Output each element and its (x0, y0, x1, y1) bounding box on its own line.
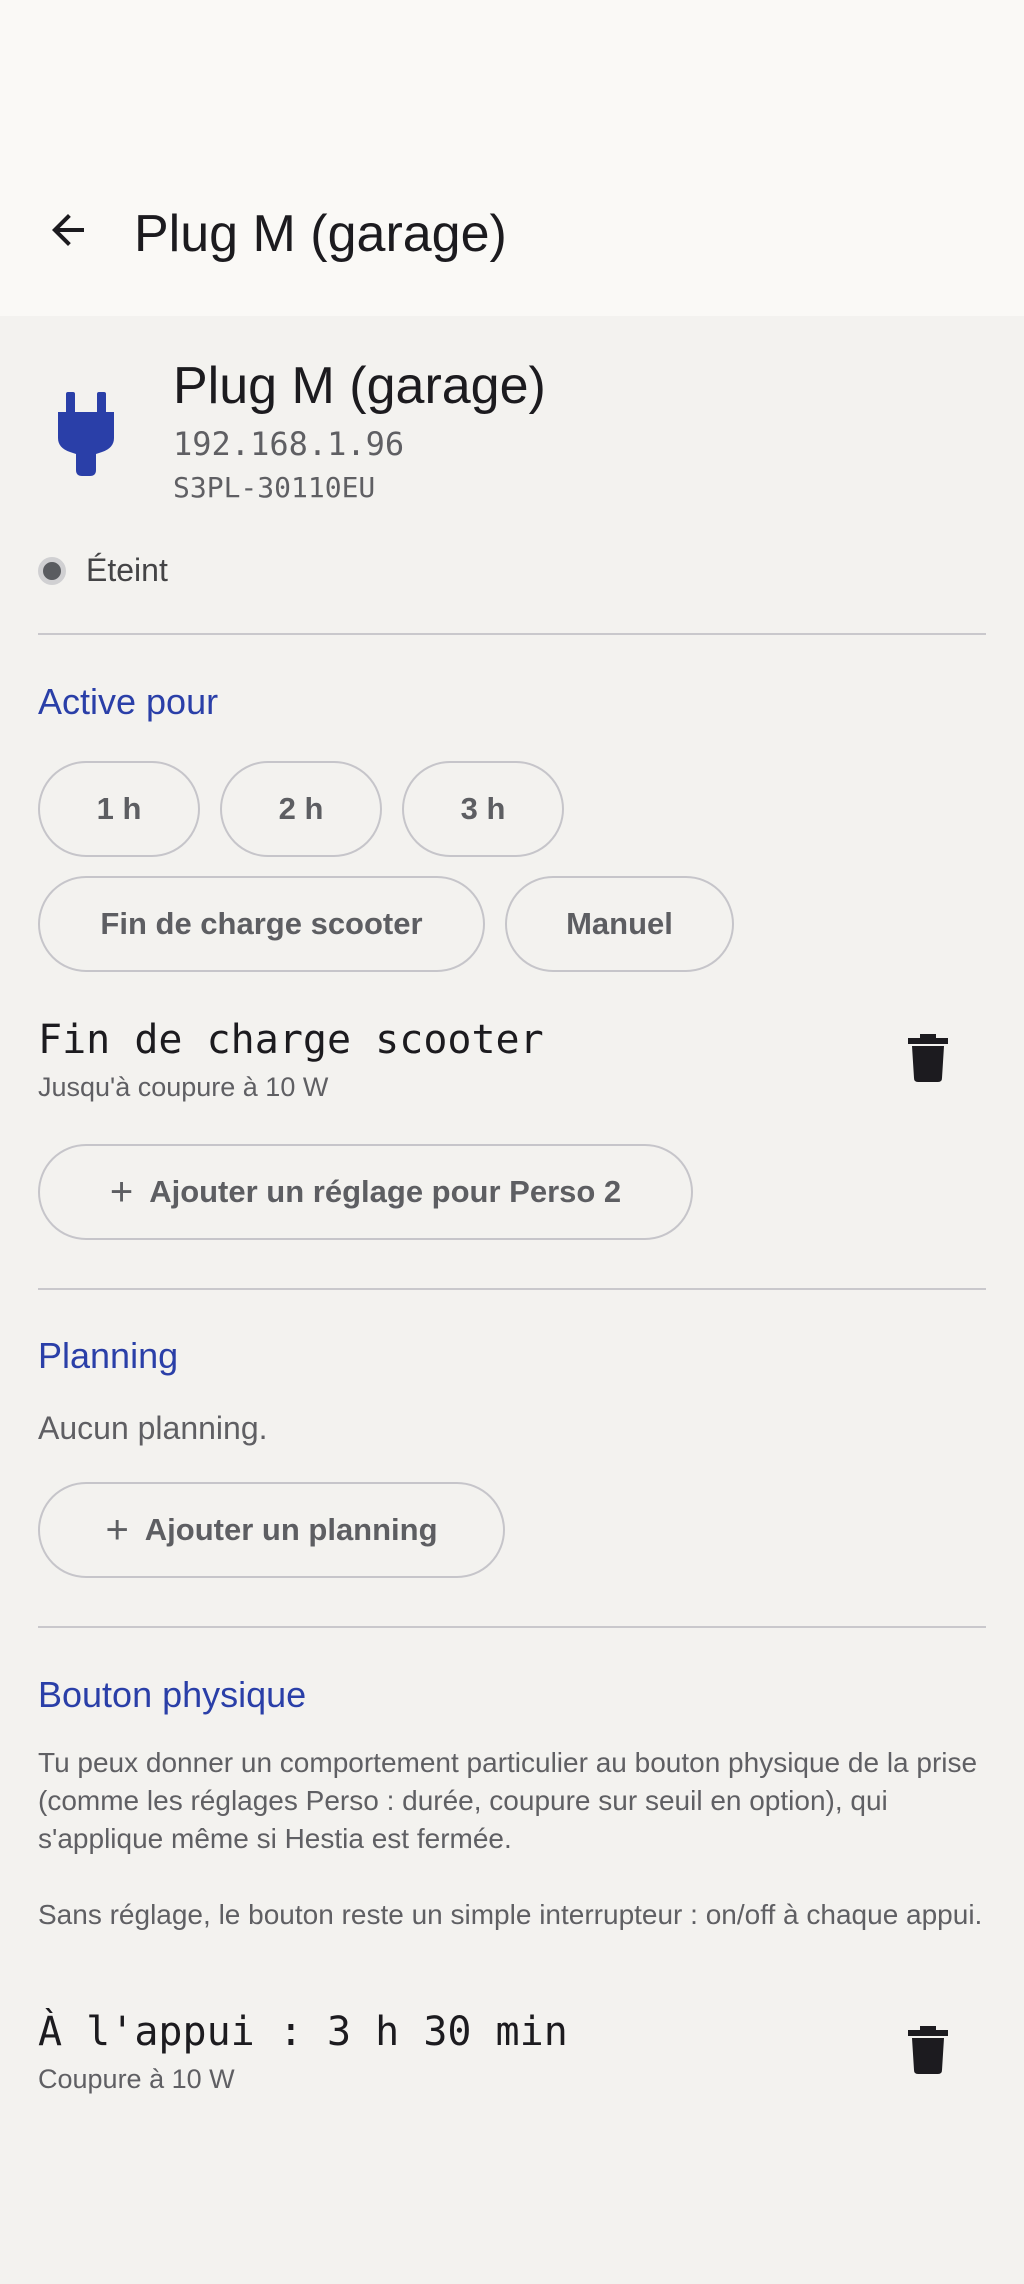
add-perso-setting-label: Ajouter un réglage pour Perso 2 (149, 1174, 622, 1209)
divider (38, 633, 986, 635)
trash-icon[interactable] (908, 1034, 948, 1082)
device-model: S3PL-30110EU (173, 471, 376, 504)
device-ip-address: 192.168.1.96 (173, 425, 405, 463)
physical-button-default-description: Sans réglage, le bouton reste un simple … (38, 1899, 983, 1930)
divider (38, 1626, 986, 1628)
add-perso-setting-button[interactable]: + Ajouter un réglage pour Perso 2 (38, 1144, 693, 1240)
device-header: Plug M (garage) 192.168.1.96 S3PL-30110E… (0, 316, 1024, 516)
physical-button-setting-subtitle: Coupure à 10 W (38, 2064, 235, 2094)
chip-fin-de-charge-scooter[interactable]: Fin de charge scooter (38, 876, 485, 972)
page-title: Plug M (garage) (134, 205, 507, 263)
physical-button-description: Tu peux donner un comportement particuli… (38, 1747, 978, 1854)
chip-3h[interactable]: 3 h (402, 761, 564, 857)
app-bar: Plug M (garage) (0, 150, 1024, 316)
arrow-back-icon (52, 214, 84, 246)
setting-title: Fin de charge scooter (38, 1017, 544, 1063)
device-name: Plug M (garage) (173, 357, 546, 415)
divider (38, 1288, 986, 1290)
section-title-physical-button: Bouton physique (38, 1674, 307, 1715)
power-plug-icon (58, 392, 114, 476)
add-planning-button[interactable]: + Ajouter un planning (38, 1482, 505, 1578)
chip-manuel[interactable]: Manuel (505, 876, 734, 972)
planning-empty-text: Aucun planning. (38, 1410, 268, 1446)
chip-2h[interactable]: 2 h (220, 761, 382, 857)
device-status: Éteint (38, 552, 168, 589)
section-title-active: Active pour (38, 681, 219, 722)
back-button[interactable] (28, 190, 108, 270)
add-icon: + (105, 1508, 129, 1552)
setting-subtitle: Jusqu'à coupure à 10 W (38, 1072, 329, 1102)
add-icon: + (109, 1170, 134, 1214)
add-planning-label: Ajouter un planning (144, 1512, 438, 1547)
trash-icon[interactable] (908, 2026, 948, 2074)
status-bar (0, 0, 1024, 150)
physical-button-setting-title: À l'appui : 3 h 30 min (38, 2009, 568, 2055)
section-title-planning: Planning (38, 1335, 179, 1376)
chip-1h[interactable]: 1 h (38, 761, 200, 857)
status-off-indicator-icon (38, 556, 66, 585)
status-text: Éteint (86, 552, 168, 588)
